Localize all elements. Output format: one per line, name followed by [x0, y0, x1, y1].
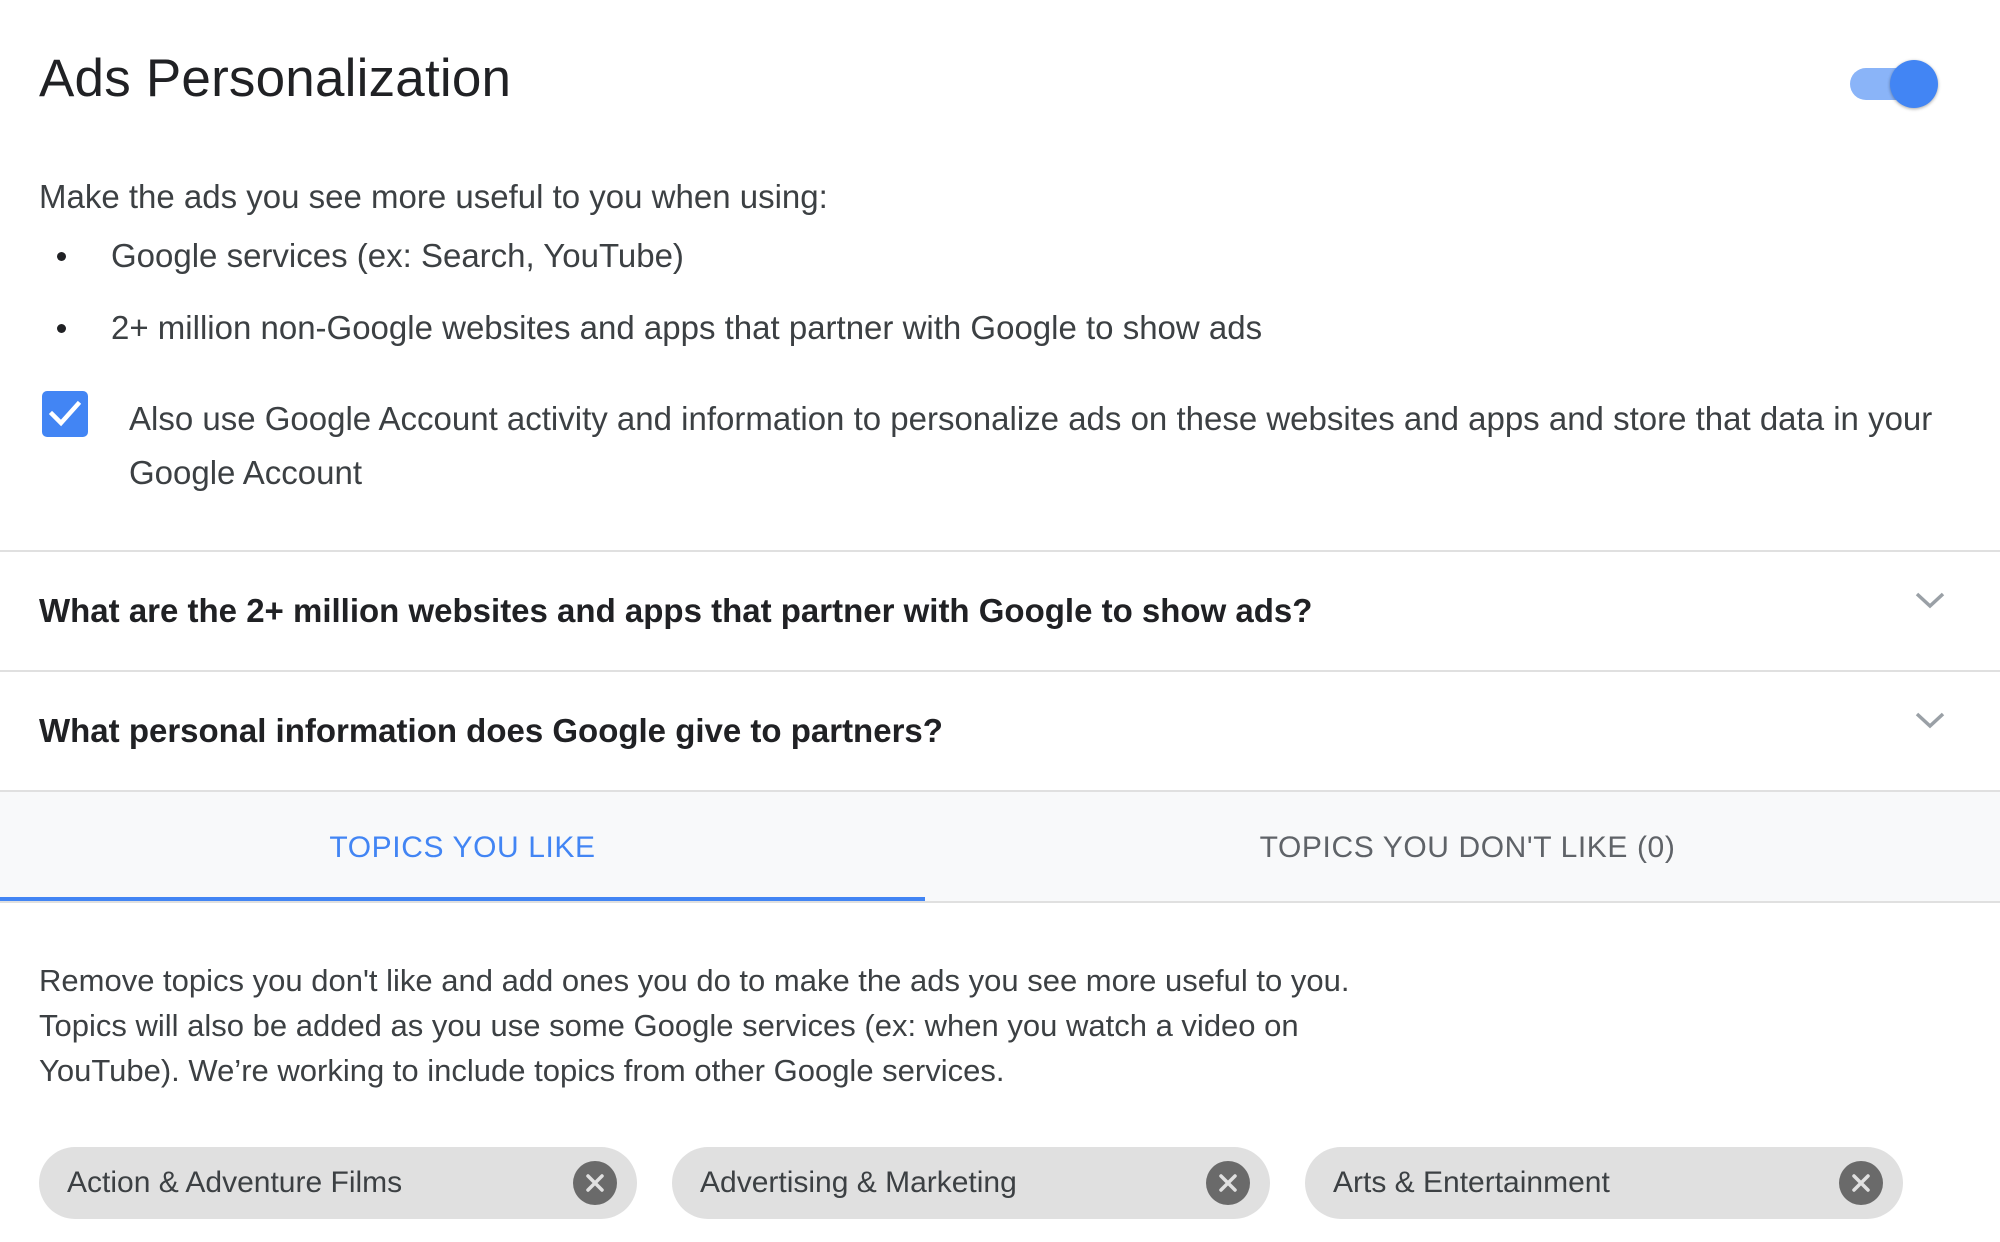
account-activity-checkbox[interactable] [42, 391, 88, 437]
close-icon [1219, 1174, 1237, 1192]
chevron-down-icon [1915, 712, 1945, 729]
accordion-question: What are the 2+ million websites and app… [39, 592, 1313, 629]
ads-personalization-page: Ads Personalization Make the ads you see… [0, 0, 2000, 1242]
tab-topics-you-like[interactable]: TOPICS YOU LIKE [0, 792, 925, 902]
close-icon [1852, 1174, 1870, 1192]
tab-topics-you-dont-like[interactable]: TOPICS YOU DON'T LIKE (0) [1000, 792, 1935, 901]
chip-label: Action & Adventure Films [67, 1166, 403, 1199]
close-circle-icon[interactable] [1839, 1161, 1883, 1205]
toggle-knob [1890, 60, 1938, 108]
checkmark-icon [49, 400, 81, 427]
close-circle-icon[interactable] [573, 1161, 617, 1205]
tab-label: TOPICS YOU DON'T LIKE (0) [1259, 831, 1676, 864]
topics-description: Remove topics you don't like and add one… [39, 963, 1350, 1088]
close-icon [586, 1174, 604, 1192]
chevron-down-icon [1915, 592, 1945, 609]
chip-label: Advertising & Marketing [700, 1166, 1017, 1199]
checkbox-label: Also use Google Account activity and inf… [129, 400, 1933, 491]
topic-chip: Arts & Entertainment [1305, 1147, 1903, 1219]
list-item: Google services (ex: Search, YouTube) [39, 235, 1262, 277]
tab-label: TOPICS YOU LIKE [329, 831, 596, 864]
intro-text: Make the ads you see more useful to you … [39, 178, 828, 215]
list-item-text: Google services (ex: Search, YouTube) [111, 237, 684, 274]
ads-personalization-toggle[interactable] [1850, 60, 1938, 108]
bullet-icon [57, 324, 66, 333]
list-item: 2+ million non-Google websites and apps … [39, 307, 1262, 349]
topic-chip: Action & Adventure Films [39, 1147, 637, 1219]
accordion-partner-sites[interactable]: What are the 2+ million websites and app… [0, 552, 2000, 670]
divider [0, 901, 2000, 903]
chip-label: Arts & Entertainment [1333, 1166, 1610, 1199]
bullet-icon [57, 252, 66, 261]
page-title: Ads Personalization [39, 49, 512, 108]
services-bullet-list: Google services (ex: Search, YouTube) 2+… [39, 235, 1262, 379]
topics-tab-bar: TOPICS YOU LIKE TOPICS YOU DON'T LIKE (0… [0, 792, 2000, 902]
close-circle-icon[interactable] [1206, 1161, 1250, 1205]
accordion-personal-info[interactable]: What personal information does Google gi… [0, 672, 2000, 790]
accordion-question: What personal information does Google gi… [39, 712, 943, 749]
list-item-text: 2+ million non-Google websites and apps … [111, 309, 1263, 346]
topic-chip: Advertising & Marketing [672, 1147, 1270, 1219]
